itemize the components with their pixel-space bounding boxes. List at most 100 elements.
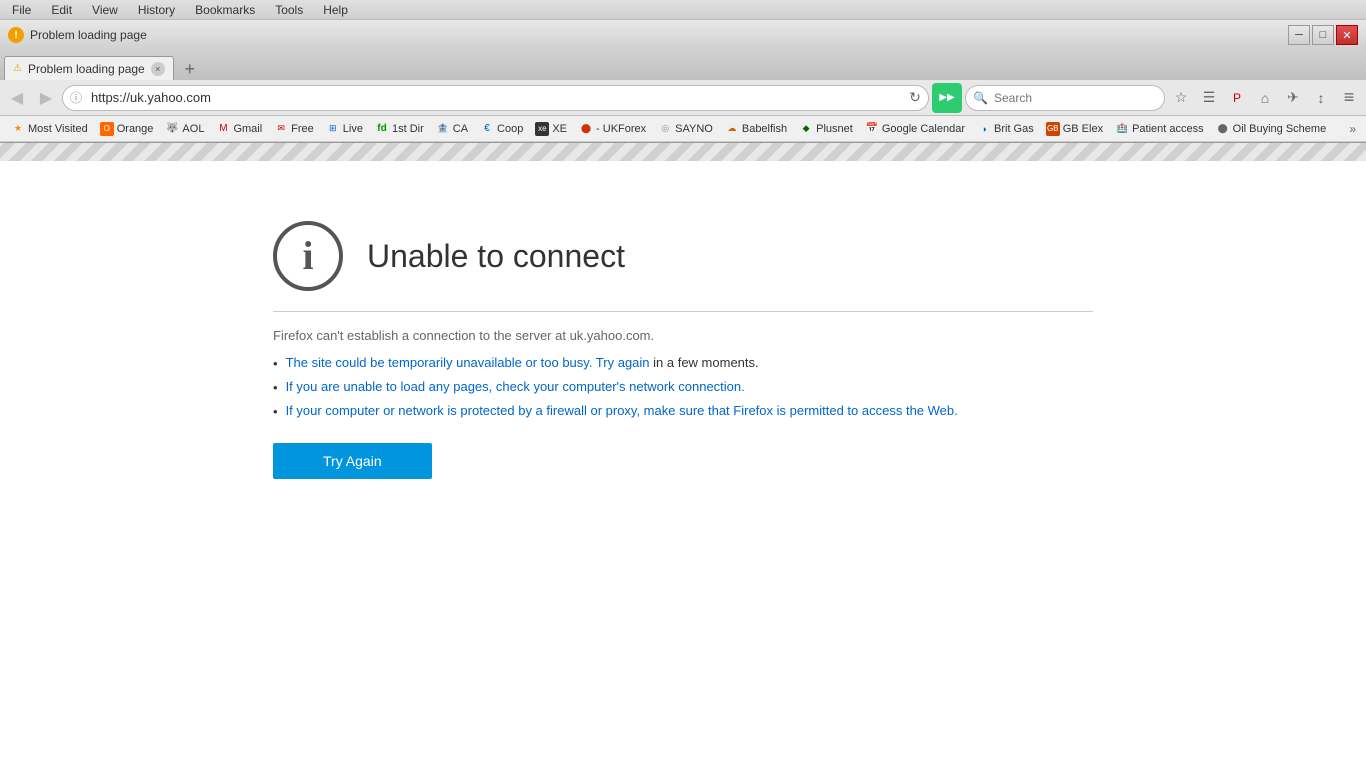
bookmark-1stdir[interactable]: fd 1st Dir xyxy=(370,120,429,138)
forward-button[interactable]: ▶ xyxy=(33,85,59,111)
error-list: • The site could be temporarily unavaila… xyxy=(273,355,1093,419)
aol-icon: 🐺 xyxy=(165,122,179,136)
error-header: i Unable to connect xyxy=(273,221,1093,291)
bullet-3: • xyxy=(273,404,278,419)
bookmark-label: Babelfish xyxy=(742,123,787,135)
bookmark-plusnet[interactable]: ◆ Plusnet xyxy=(794,120,858,138)
close-button[interactable]: ✕ xyxy=(1336,25,1358,45)
address-info-icon: ⓘ xyxy=(70,89,82,106)
address-bar-container: ⓘ ↻ xyxy=(62,85,929,111)
star-button[interactable]: ☆ xyxy=(1168,85,1194,111)
orange-icon: O xyxy=(100,122,114,136)
bookmark-label: XE xyxy=(552,123,567,135)
title-bar: ! Problem loading page ─ □ ✕ xyxy=(0,20,1366,50)
bookmark-label: Coop xyxy=(497,123,523,135)
plusnet-icon: ◆ xyxy=(799,122,813,136)
error-link-3[interactable]: If your computer or network is protected… xyxy=(286,403,958,418)
bookmark-free[interactable]: ✉ Free xyxy=(269,120,319,138)
google-calendar-icon: 📅 xyxy=(865,122,879,136)
error-link-2[interactable]: If you are unable to load any pages, che… xyxy=(286,379,745,394)
reader-button[interactable]: ☰ xyxy=(1196,85,1222,111)
search-container: 🔍 xyxy=(965,85,1165,111)
bookmark-label: Gmail xyxy=(233,123,262,135)
sync-button[interactable]: ↕ xyxy=(1308,85,1334,111)
error-title: Unable to connect xyxy=(367,238,625,275)
firstdir-icon: fd xyxy=(375,122,389,136)
toolbar-right: ☆ ☰ P ⌂ ✈ ↕ ≡ xyxy=(1168,85,1362,111)
brit-gas-icon: ◑ xyxy=(977,122,991,136)
pocket-button[interactable]: ▶▶ xyxy=(932,83,962,113)
sayno-icon: ◎ xyxy=(658,122,672,136)
error-link-1[interactable]: The site could be temporarily unavailabl… xyxy=(286,355,650,370)
minimize-button[interactable]: ─ xyxy=(1288,25,1310,45)
bookmark-gb-elex[interactable]: GB GB Elex xyxy=(1041,120,1108,138)
new-tab-button[interactable]: + xyxy=(178,58,202,80)
error-bullet-1: • The site could be temporarily unavaila… xyxy=(273,355,1093,371)
address-input[interactable] xyxy=(62,85,929,111)
bookmarks-bar: ★ Most Visited O Orange 🐺 AOL M Gmail ✉ … xyxy=(0,116,1366,142)
bookmark-aol[interactable]: 🐺 AOL xyxy=(160,120,209,138)
live-icon: ⊞ xyxy=(326,122,340,136)
search-input[interactable] xyxy=(965,85,1165,111)
tab-label: Problem loading page xyxy=(28,62,145,76)
bullet-2: • xyxy=(273,380,278,395)
coop-icon: € xyxy=(480,122,494,136)
menu-history[interactable]: History xyxy=(130,1,183,19)
bookmark-google-calendar[interactable]: 📅 Google Calendar xyxy=(860,120,970,138)
bookmark-babelfish[interactable]: ☁ Babelfish xyxy=(720,120,792,138)
oil-buying-icon: ⬤ xyxy=(1216,122,1230,136)
error-container: i Unable to connect Firefox can't establ… xyxy=(273,221,1093,479)
bookmark-most-visited[interactable]: ★ Most Visited xyxy=(6,120,93,138)
menu-file[interactable]: File xyxy=(4,1,39,19)
bookmark-ca[interactable]: 🏦 CA xyxy=(431,120,473,138)
info-circle-icon: i xyxy=(273,221,343,291)
bookmark-sayno[interactable]: ◎ SAYNO xyxy=(653,120,718,138)
bookmark-label: SAYNO xyxy=(675,123,713,135)
bookmark-label: Free xyxy=(291,123,314,135)
bookmark-xe[interactable]: xe XE xyxy=(530,120,572,138)
menu-help[interactable]: Help xyxy=(315,1,356,19)
ca-icon: 🏦 xyxy=(436,122,450,136)
tab-bar: ⚠ Problem loading page × + xyxy=(0,50,1366,80)
bookmark-orange[interactable]: O Orange xyxy=(95,120,159,138)
bookmark-label: AOL xyxy=(182,123,204,135)
ukforex-icon: ⬤ xyxy=(579,122,593,136)
try-again-button[interactable]: Try Again xyxy=(273,443,432,479)
menu-bookmarks[interactable]: Bookmarks xyxy=(187,1,263,19)
menu-edit[interactable]: Edit xyxy=(43,1,80,19)
hazard-stripes xyxy=(0,143,1366,161)
bookmark-label: Live xyxy=(343,123,363,135)
bookmark-coop[interactable]: € Coop xyxy=(475,120,528,138)
search-icon: 🔍 xyxy=(973,91,988,105)
restore-button[interactable]: □ xyxy=(1312,25,1334,45)
bookmarks-more-button[interactable]: » xyxy=(1345,120,1360,138)
bookmark-patient-access[interactable]: 🏥 Patient access xyxy=(1110,120,1209,138)
bookmark-oil-buying[interactable]: ⬤ Oil Buying Scheme xyxy=(1211,120,1332,138)
refresh-button[interactable]: ↻ xyxy=(905,88,925,108)
babelfish-icon: ☁ xyxy=(725,122,739,136)
warning-icon: ! xyxy=(8,27,24,43)
home-button[interactable]: ⌂ xyxy=(1252,85,1278,111)
share-button[interactable]: ✈ xyxy=(1280,85,1306,111)
bookmark-label: Orange xyxy=(117,123,154,135)
active-tab[interactable]: ⚠ Problem loading page × xyxy=(4,56,174,80)
bullet-1: • xyxy=(273,356,278,371)
bookmark-live[interactable]: ⊞ Live xyxy=(321,120,368,138)
bookmark-label: Brit Gas xyxy=(994,123,1034,135)
menu-button[interactable]: ≡ xyxy=(1336,85,1362,111)
patient-access-icon: 🏥 xyxy=(1115,122,1129,136)
bookmark-label: CA xyxy=(453,123,468,135)
bookmark-ukforex[interactable]: ⬤ - UKForex xyxy=(574,120,651,138)
error-subtitle: Firefox can't establish a connection to … xyxy=(273,328,1093,343)
nav-bar: ◀ ▶ ⓘ ↻ ▶▶ 🔍 ☆ ☰ P ⌂ ✈ ↕ ≡ xyxy=(0,80,1366,116)
window-controls: ─ □ ✕ xyxy=(1288,25,1358,45)
menu-bar: File Edit View History Bookmarks Tools H… xyxy=(0,0,1366,20)
bookmark-brit-gas[interactable]: ◑ Brit Gas xyxy=(972,120,1039,138)
tab-close-button[interactable]: × xyxy=(151,62,165,76)
bookmark-gmail[interactable]: M Gmail xyxy=(211,120,267,138)
pocket-save-button[interactable]: P xyxy=(1224,85,1250,111)
menu-tools[interactable]: Tools xyxy=(267,1,311,19)
back-button[interactable]: ◀ xyxy=(4,85,30,111)
bookmark-label: - UKForex xyxy=(596,123,646,135)
menu-view[interactable]: View xyxy=(84,1,126,19)
